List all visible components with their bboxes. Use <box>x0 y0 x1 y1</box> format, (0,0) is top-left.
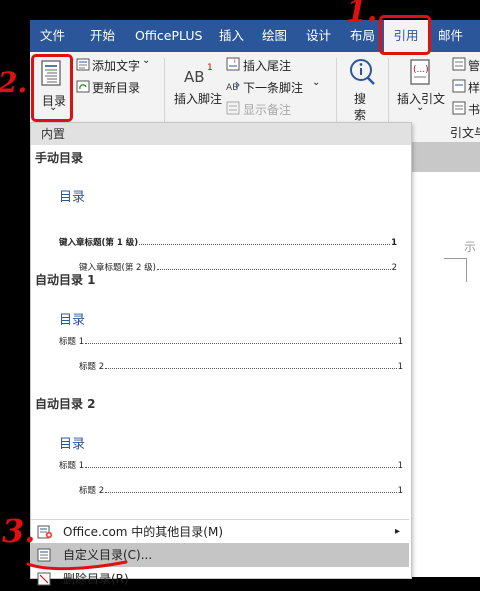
toc-entry-label: 键入章标题(第 1 级) <box>59 238 139 248</box>
manage-sources-icon <box>452 57 466 71</box>
ribbon-divider <box>336 58 337 128</box>
annotation-step-2: 2. <box>0 66 28 99</box>
auto-toc-1-option[interactable]: 自动目录 1 目录 标题 1 1 标题 2 1 <box>31 269 409 379</box>
chevron-down-icon[interactable]: ⌄ <box>142 55 150 66</box>
toc-entry-page: 1 <box>397 337 403 347</box>
next-footnote-icon: AB <box>226 81 240 93</box>
update-toc-icon <box>76 80 90 93</box>
show-notes-button: 显示备注 <box>243 103 292 117</box>
tab-insert[interactable]: 插入 <box>219 20 244 52</box>
style-icon <box>452 79 466 93</box>
tab-file[interactable]: 文件 <box>40 20 65 52</box>
builtin-section-header: 内置 <box>31 123 411 145</box>
annotation-underline <box>26 560 128 571</box>
insert-endnote-icon: i <box>226 57 240 71</box>
toc-preview-title: 目录 <box>59 437 86 452</box>
citation-group-label: 引文与 <box>450 126 480 140</box>
tab-mailings[interactable]: 邮件 <box>438 20 463 52</box>
bibliography-button[interactable]: 书 <box>468 101 480 118</box>
manual-toc-name: 手动目录 <box>35 151 84 165</box>
tab-design[interactable]: 设计 <box>306 20 331 52</box>
style-dropdown[interactable]: 样 <box>468 79 480 96</box>
toc-entry-page: 1 <box>391 238 397 248</box>
toc-preview-entry: 标题 2 1 <box>79 360 403 372</box>
svg-text:(...): (...) <box>413 65 429 75</box>
insert-footnote-button[interactable]: AB 1 插入脚注 <box>174 60 222 110</box>
chevron-right-icon: ▸ <box>395 526 401 537</box>
annotation-step-3: 3. <box>2 512 36 550</box>
insert-citation-icon: (...) <box>410 59 430 85</box>
footnote-icon: AB <box>184 68 205 86</box>
toc-entry-label: 标题 2 <box>79 362 105 372</box>
update-toc-button[interactable]: 更新目录 <box>92 79 140 96</box>
next-footnote-button[interactable]: 下一条脚注 <box>243 79 303 96</box>
search-icon <box>350 59 375 85</box>
annotation-box-toc-button <box>31 54 73 122</box>
bibliography-icon <box>452 101 466 115</box>
search-label-2: 索 <box>354 108 367 122</box>
toc-entry-page: 1 <box>397 362 403 372</box>
add-text-button[interactable]: 添加文字 <box>92 57 140 74</box>
footnote-superscript: 1 <box>207 63 213 73</box>
search-label-1: 搜 <box>354 92 367 106</box>
office-toc-icon <box>37 525 53 539</box>
toc-entry-label: 标题 1 <box>59 461 85 471</box>
document-page[interactable]: 示 <box>410 172 480 577</box>
auto-toc-1-name: 自动目录 1 <box>35 273 96 287</box>
tab-home[interactable]: 开始 <box>90 20 115 52</box>
toc-preview-entry: 标题 1 1 <box>59 459 403 471</box>
page-margin-mark <box>444 258 466 259</box>
ribbon-divider <box>388 58 389 128</box>
ribbon-divider <box>164 58 165 128</box>
insert-footnote-label: 插入脚注 <box>174 92 223 106</box>
manual-toc-option[interactable]: 手动目录 目录 键入章标题(第 1 级) 1 键入章标题(第 2 级) 2 <box>31 145 409 273</box>
add-text-icon <box>76 58 90 71</box>
insert-endnote-button[interactable]: 插入尾注 <box>243 57 291 74</box>
insert-citation-button[interactable]: (...) 插入引文 ⌄ <box>394 56 446 120</box>
remove-toc-icon <box>37 572 51 586</box>
more-toc-label: Office.com 中的其他目录(M) <box>63 525 224 539</box>
toc-entry-page: 1 <box>397 461 403 471</box>
more-toc-menu-item[interactable]: Office.com 中的其他目录(M) ▸ <box>31 520 409 544</box>
toc-preview-entry: 标题 2 1 <box>79 484 403 496</box>
toc-dropdown-menu: 内置 手动目录 目录 键入章标题(第 1 级) 1 键入章标题(第 2 级) 2 自… <box>30 122 412 586</box>
toc-preview-title: 目录 <box>59 190 86 205</box>
toc-entry-label: 标题 2 <box>79 486 105 496</box>
annotation-step-1: 1. <box>346 0 378 29</box>
toc-preview-entry: 标题 1 1 <box>59 335 403 347</box>
auto-toc-2-option[interactable]: 自动目录 2 目录 标题 1 1 标题 2 1 <box>31 393 409 503</box>
show-notes-icon <box>226 101 240 115</box>
manage-sources-button[interactable]: 管 <box>468 57 480 74</box>
search-button[interactable]: 搜 索 <box>344 56 380 122</box>
auto-toc-2-name: 自动目录 2 <box>35 397 96 411</box>
toc-preview-entry: 键入章标题(第 1 级) 1 <box>59 236 397 248</box>
page-margin-mark <box>466 258 467 282</box>
toc-preview-title: 目录 <box>59 313 86 328</box>
toc-entry-page: 1 <box>397 486 403 496</box>
tab-officeplus[interactable]: OfficePLUS <box>135 20 202 52</box>
chevron-down-icon[interactable]: ⌄ <box>312 77 320 88</box>
page-text: 示 <box>464 240 477 254</box>
tab-draw[interactable]: 绘图 <box>262 20 287 52</box>
toc-entry-label: 标题 1 <box>59 337 85 347</box>
annotation-box-references-tab <box>379 15 431 55</box>
chevron-down-icon: ⌄ <box>416 102 425 113</box>
